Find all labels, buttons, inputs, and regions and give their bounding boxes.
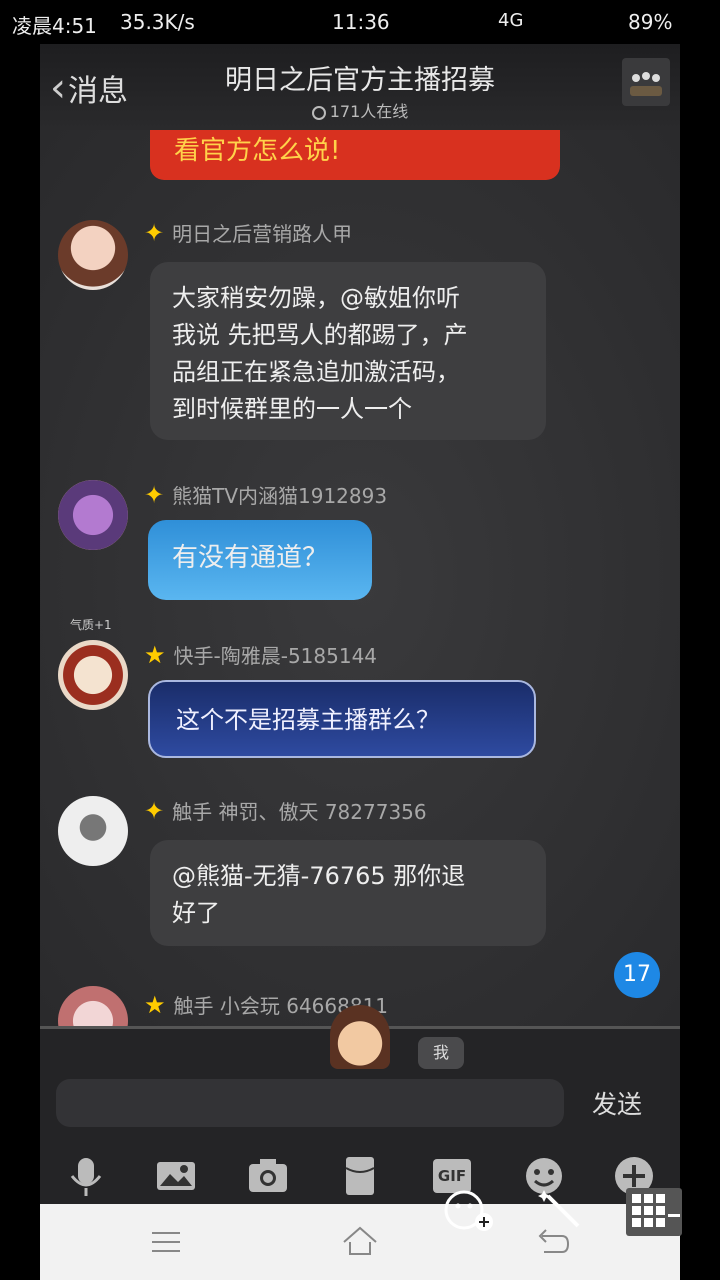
star-icon: ★: [144, 640, 166, 669]
message-line: @熊猫-无猜-76765 那你退: [172, 862, 466, 890]
online-icon: [311, 105, 326, 120]
red-message-bubble: 看官方怎么说!: [150, 130, 560, 180]
send-button[interactable]: 发送: [592, 1085, 642, 1121]
grid-keyboard-icon[interactable]: [624, 1186, 684, 1238]
chat-window: ‹ 消息 明日之后官方主播招募 171人在线 看官方怎么说! ✦ 明日之后营销路人…: [40, 44, 680, 1280]
message-bubble[interactable]: 这个不是招募主播群么？: [148, 680, 536, 758]
redpacket-icon[interactable]: [338, 1154, 382, 1198]
message-line: 品组正在紧急追加激活码，: [172, 358, 460, 386]
avatar[interactable]: [58, 220, 128, 290]
sender-name-text: 熊猫TV内涵猫1912893: [172, 484, 388, 508]
message-line: 我说 先把骂人的都踢了，产: [172, 321, 468, 349]
sender-name-text: 触手 神罚、傲天 78277356: [172, 800, 427, 824]
sparkle-icon: ✦: [144, 796, 165, 825]
unread-badge[interactable]: 17: [614, 952, 660, 998]
avatar[interactable]: [58, 986, 128, 1026]
avatar[interactable]: [58, 640, 128, 710]
sender-name-text: 明日之后营销路人甲: [172, 222, 353, 246]
message-bubble[interactable]: 有没有通道？: [148, 520, 372, 600]
camera-icon[interactable]: [246, 1154, 290, 1198]
avatar[interactable]: [330, 1005, 390, 1069]
message-line: 到时候群里的一人一个: [172, 395, 412, 423]
sparkle-icon: ✦: [144, 218, 165, 247]
me-label: 我: [418, 1037, 464, 1069]
message-line: 好了: [172, 899, 220, 927]
quality-badge: 气质+1: [70, 618, 112, 632]
sparkle-icon: ✦: [144, 480, 165, 509]
status-time: 11:36: [332, 10, 390, 34]
message-line: 大家稍安勿躁，@敏姐你听: [172, 284, 460, 312]
home-icon[interactable]: [340, 1222, 380, 1262]
message-list[interactable]: 看官方怎么说! ✦ 明日之后营销路人甲 大家稍安勿躁，@敏姐你听 我说 先把骂人的…: [40, 130, 680, 1026]
image-icon[interactable]: [154, 1154, 198, 1198]
battery-level: 89%: [628, 10, 673, 34]
mic-icon[interactable]: [64, 1154, 108, 1198]
emoji-add-icon[interactable]: [442, 1188, 496, 1234]
avatar[interactable]: [58, 480, 128, 550]
star-icon: ★: [144, 990, 166, 1019]
message-text: 这个不是招募主播群么？: [176, 706, 440, 734]
online-count: 171人在线: [40, 98, 680, 122]
status-left-label: 凌晨4:51: [12, 14, 97, 38]
message-bubble[interactable]: @熊猫-无猜-76765 那你退 好了: [150, 840, 546, 946]
sender-name: ✦ 明日之后营销路人甲: [144, 218, 352, 247]
message-input[interactable]: [56, 1079, 564, 1127]
signal-indicator: 4G: [498, 10, 524, 31]
online-count-text: 171人在线: [329, 102, 409, 121]
menu-icon[interactable]: [146, 1222, 186, 1262]
system-nav-bar: [40, 1204, 680, 1280]
group-members-icon[interactable]: [618, 54, 674, 110]
red-bubble-text: 看官方怎么说!: [174, 136, 341, 166]
sender-name: ★ 快手-陶雅晨-5185144: [144, 640, 377, 669]
chat-header: ‹ 消息 明日之后官方主播招募 171人在线: [40, 44, 680, 130]
message-bubble[interactable]: 大家稍安勿躁，@敏姐你听 我说 先把骂人的都踢了，产 品组正在紧急追加激活码， …: [150, 262, 546, 440]
status-bar: 凌晨4:51 35.3K/s 11:36 4G 89%: [0, 0, 720, 44]
sender-name: ✦ 熊猫TV内涵猫1912893: [144, 480, 387, 509]
page-title: 明日之后官方主播招募: [225, 65, 495, 96]
message-text: 有没有通道？: [172, 543, 329, 573]
sender-name-text: 快手-陶雅晨-5185144: [173, 644, 378, 668]
magic-wand-icon[interactable]: [538, 1186, 584, 1232]
avatar[interactable]: [58, 796, 128, 866]
sender-name: ✦ 触手 神罚、傲天 78277356: [144, 796, 427, 825]
network-speed: 35.3K/s: [120, 10, 195, 34]
